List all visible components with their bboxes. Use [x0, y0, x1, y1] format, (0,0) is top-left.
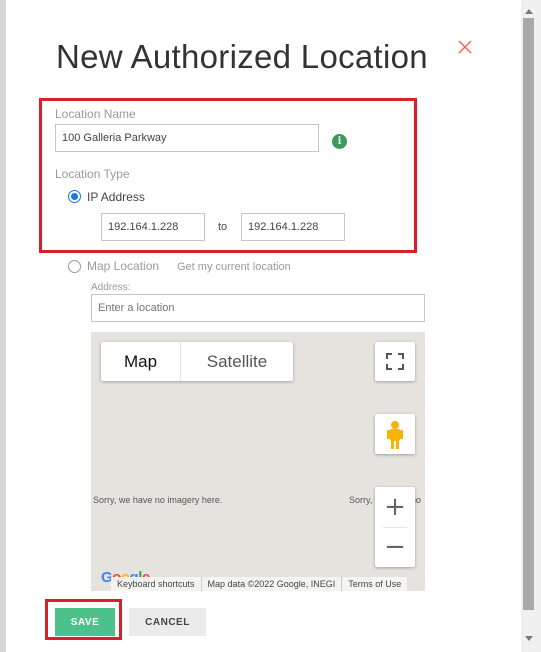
- map-location-radio[interactable]: [68, 260, 81, 273]
- no-imagery-message: Sorry, we have no imagery here.: [93, 495, 223, 505]
- location-name-input[interactable]: 100 Galleria Parkway: [55, 124, 319, 152]
- close-icon[interactable]: [456, 38, 474, 56]
- cancel-button[interactable]: CANCEL: [129, 608, 206, 636]
- location-name-label: Location Name: [55, 107, 136, 121]
- fullscreen-button[interactable]: [375, 342, 415, 381]
- scroll-down-icon[interactable]: [525, 636, 533, 641]
- fullscreen-icon: [386, 353, 404, 370]
- address-label: Address:: [91, 282, 131, 293]
- ip-to-input[interactable]: 192.164.1.228: [241, 213, 345, 241]
- address-input[interactable]: [91, 294, 425, 322]
- map-attribution-bar: Keyboard shortcuts Map data ©2022 Google…: [111, 577, 408, 591]
- zoom-controls: + −: [375, 487, 415, 567]
- scrollbar-thumb[interactable]: [523, 18, 534, 610]
- ip-range-to-label: to: [218, 221, 228, 233]
- street-view-pegman[interactable]: [375, 414, 415, 454]
- map-location-label: Map Location: [87, 259, 160, 273]
- location-type-label: Location Type: [55, 167, 130, 181]
- get-current-location-link[interactable]: Get my current location: [177, 261, 291, 273]
- satellite-tab[interactable]: Satellite: [181, 342, 293, 381]
- info-icon[interactable]: i: [332, 134, 347, 149]
- keyboard-shortcuts-link[interactable]: Keyboard shortcuts: [111, 577, 202, 591]
- pegman-icon: [387, 421, 403, 449]
- dialog-title: New Authorized Location: [56, 38, 428, 75]
- ip-address-label: IP Address: [87, 190, 145, 204]
- map-widget[interactable]: Map Satellite Sorry, we have no imagery …: [91, 332, 425, 591]
- map-data-attribution: Map data ©2022 Google, INEGI: [202, 577, 343, 591]
- ip-from-input[interactable]: 192.164.1.228: [101, 213, 205, 241]
- map-tab[interactable]: Map: [101, 342, 181, 381]
- zoom-in-button[interactable]: +: [375, 487, 415, 527]
- ip-address-radio[interactable]: [68, 190, 81, 203]
- save-button[interactable]: SAVE: [55, 608, 115, 636]
- terms-of-use-link[interactable]: Terms of Use: [342, 577, 407, 591]
- zoom-out-button[interactable]: −: [375, 527, 415, 567]
- map-type-tabs: Map Satellite: [101, 342, 293, 381]
- scroll-up-icon[interactable]: [525, 9, 533, 14]
